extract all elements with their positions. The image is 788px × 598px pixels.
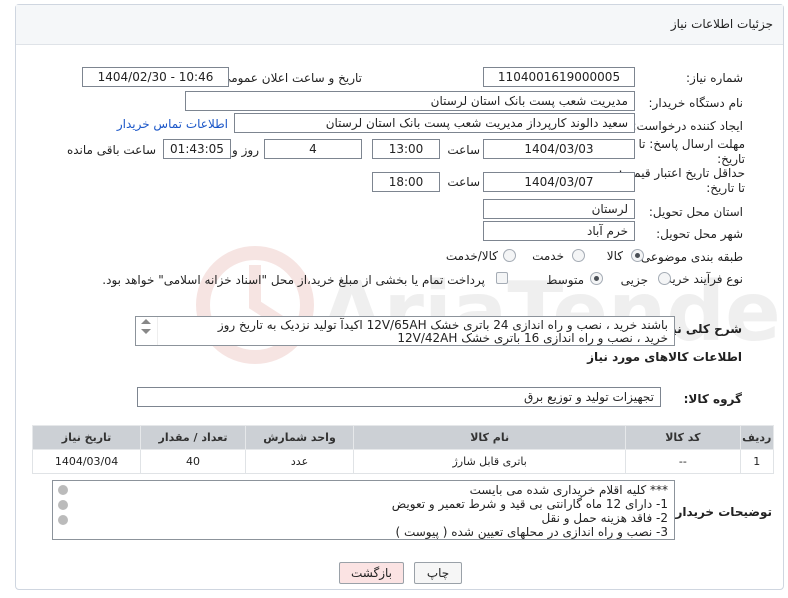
process-radio-partial[interactable]	[658, 272, 671, 285]
treasury-payment-note: پرداخت تمام یا بخشی از مبلغ خرید،از محل …	[102, 273, 485, 287]
announce-field: 1404/02/30 - 10:46	[82, 67, 229, 87]
creator-field: سعید دالوند کارپرداز مدیریت شعب پست بانک…	[234, 113, 635, 133]
goods-group-label: گروه کالا:	[683, 392, 742, 406]
province-label: استان محل تحویل:	[648, 205, 743, 219]
table-header-row: ردیف کد کالا نام کالا واحد شمارش تعداد /…	[31, 425, 775, 450]
creator-label: ایجاد کننده درخواست:	[632, 119, 743, 133]
cell-need-date: 1404/03/04	[31, 449, 142, 474]
buyer-notes-scrollbar[interactable]	[53, 481, 75, 539]
deadline-label-line2: تاریخ:	[717, 152, 745, 166]
category-radio-service[interactable]	[572, 249, 585, 262]
buyer-note-line: 2- فاقد هزینه حمل و نقل	[541, 511, 668, 525]
scroll-arrows-icon	[141, 319, 151, 334]
description-line-2: خرید ، نصب و راه اندازی 16 باتری خشک 12V…	[397, 331, 668, 345]
table-row[interactable]: 1 -- باتری قابل شارژ عدد 40 1404/03/04	[31, 449, 775, 474]
province-field: لرستان	[483, 199, 635, 219]
panel-header: جزئیات اطلاعات نیاز	[16, 5, 783, 45]
category-label: طبقه بندی موضوعی:	[636, 250, 743, 264]
deadline-label-line1: مهلت ارسال پاسخ: تا	[638, 137, 745, 151]
remaining-time-field: 01:43:05	[163, 139, 231, 159]
buyer-notes-textarea[interactable]: *** کلیه اقلام خریداری شده می بایست 1- د…	[52, 480, 675, 540]
buyer-note-line: 3- نصب و راه اندازی در محلهای تعیین شده …	[395, 525, 668, 539]
cell-item-code: --	[625, 449, 741, 474]
col-header-item-code: کد کالا	[625, 425, 741, 450]
col-header-need-date: تاریخ نیاز	[31, 425, 142, 450]
category-option-goods-service: کالا/خدمت	[445, 249, 498, 263]
buyer-note-line: 1- دارای 12 ماه گارانتی بی قید و شرط تعم…	[391, 497, 668, 511]
cell-item-name: باتری قابل شارژ	[353, 449, 627, 474]
print-button[interactable]: چاپ	[414, 562, 462, 584]
price-validity-time-field: 18:00	[372, 172, 440, 192]
panel-title: جزئیات اطلاعات نیاز	[670, 17, 773, 31]
announce-label: تاریخ و ساعت اعلان عمومی:	[217, 71, 362, 85]
deadline-time-label: ساعت	[447, 143, 480, 157]
category-radio-goods-service[interactable]	[503, 249, 516, 262]
cell-unit: عدد	[244, 449, 355, 474]
buyer-note-line: *** کلیه اقلام خریداری شده می بایست	[469, 483, 668, 497]
goods-group-field: تجهیزات تولید و توزیع برق	[137, 387, 661, 407]
need-number-field: 1104001619000005	[483, 67, 635, 87]
price-validity-label-line1: حداقل تاریخ اعتبار قیمت:	[618, 166, 745, 180]
contact-info-link[interactable]: اطلاعات تماس خریدار	[117, 117, 228, 131]
col-header-quantity: تعداد / مقدار	[140, 425, 246, 450]
items-table: ردیف کد کالا نام کالا واحد شمارش تعداد /…	[31, 425, 775, 474]
process-option-medium: متوسط	[546, 273, 584, 287]
price-validity-date-field: 1404/03/07	[483, 172, 635, 192]
scroll-dots-icon	[58, 485, 68, 525]
col-header-item-name: نام کالا	[353, 425, 627, 450]
price-validity-label-line2: تا تاریخ:	[706, 181, 745, 195]
buyer-notes-label: توضیحات خریدار:	[670, 505, 772, 519]
description-textarea[interactable]: باشند خرید ، نصب و راه اندازی 24 باتری خ…	[135, 316, 675, 346]
remaining-time-label: ساعت باقی مانده	[66, 143, 156, 157]
description-scrollbar[interactable]	[136, 317, 158, 345]
city-label: شهر محل تحویل:	[656, 227, 743, 241]
city-field: خرم آباد	[483, 221, 635, 241]
buyer-org-label: نام دستگاه خریدار:	[648, 96, 744, 110]
buyer-org-field: مدیریت شعب پست بانک استان لرستان	[185, 91, 635, 111]
process-option-partial: جزیی	[620, 273, 648, 287]
days-label: روز و	[232, 143, 259, 157]
price-validity-time-label: ساعت	[447, 175, 480, 189]
deadline-time-field: 13:00	[372, 139, 440, 159]
goods-section-title: اطلاعات کالاهای مورد نیاز	[587, 350, 742, 364]
back-button[interactable]: بازگشت	[339, 562, 404, 584]
category-radio-goods[interactable]	[631, 249, 644, 262]
col-header-row-number: ردیف	[739, 425, 775, 450]
category-option-service: خدمت	[532, 249, 564, 263]
col-header-unit: واحد شمارش	[244, 425, 355, 450]
cell-row-number: 1	[739, 449, 775, 474]
treasury-payment-checkbox[interactable]	[496, 272, 508, 284]
need-number-label: شماره نیاز:	[686, 71, 743, 85]
days-field: 4	[264, 139, 362, 159]
cell-quantity: 40	[140, 449, 246, 474]
process-radio-medium[interactable]	[590, 272, 603, 285]
deadline-date-field: 1404/03/03	[483, 139, 635, 159]
category-option-goods: کالا	[606, 249, 623, 263]
